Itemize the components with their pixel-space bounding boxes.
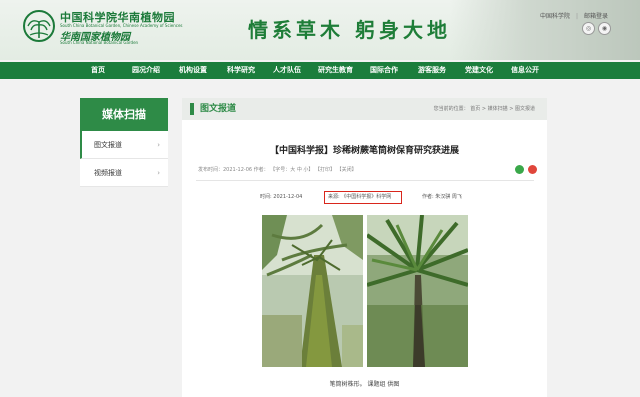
weibo-share-icon[interactable] — [528, 165, 537, 174]
mail-login-link[interactable]: 邮箱登录 — [584, 13, 608, 20]
chevron-right-icon: › — [157, 141, 160, 149]
link-separator: | — [575, 13, 578, 20]
section-title: 图文报道 — [200, 104, 237, 114]
header-slogan: 情系草木 躬身大地 — [248, 18, 451, 42]
top-links: 中国科学院 | 邮箱登录 — [534, 11, 608, 20]
tree-fern-canopy-photo — [367, 215, 468, 367]
article-time: 时间: 2021-12-04 — [260, 194, 303, 200]
sidebar-item-video-report[interactable]: 视频报道 › — [80, 159, 168, 187]
meta-divider — [196, 180, 534, 181]
wechat-share-icon[interactable] — [515, 165, 524, 174]
section-flag — [190, 103, 194, 115]
chevron-right-icon: › — [157, 169, 160, 177]
breadcrumb[interactable]: 您当前的位置： 首页 > 媒体扫描 > 图文报道 — [434, 98, 535, 120]
nav-item-talent[interactable]: 人才队伍 — [273, 62, 301, 79]
nav-item-graduate[interactable]: 研究生教育 — [318, 62, 353, 79]
nav-item-disclosure[interactable]: 信息公开 — [511, 62, 539, 79]
weibo-icon[interactable]: ◎ — [582, 22, 595, 35]
section-header: 图文报道 您当前的位置： 首页 > 媒体扫描 > 图文报道 — [182, 98, 547, 120]
sidebar-title: 媒体扫描 — [80, 98, 168, 131]
article-panel: 图文报道 您当前的位置： 首页 > 媒体扫描 > 图文报道 【中国科学报】珍稀树… — [182, 98, 547, 397]
tree-fern-trunk-photo — [262, 215, 363, 367]
source-highlight-box — [324, 191, 402, 204]
photo-caption: 笔筒树株形。 课题组 供图 — [329, 381, 400, 388]
nav-item-research[interactable]: 科学研究 — [227, 62, 255, 79]
main-nav: 首页 园况介绍 机构设置 科学研究 人才队伍 研究生教育 国际合作 游客服务 党… — [0, 62, 640, 79]
nav-item-international[interactable]: 国际合作 — [370, 62, 398, 79]
site-header: 中国科学院华南植物园 South China Botanical Garden,… — [0, 0, 640, 60]
org-name-en-2: South China National Botanical Garden — [60, 40, 139, 45]
nav-item-visitor[interactable]: 游客服务 — [418, 62, 446, 79]
sidebar-item-photo-report[interactable]: 图文报道 › — [80, 131, 168, 159]
cas-link[interactable]: 中国科学院 — [540, 13, 570, 20]
article-author: 作者: 朱汉骐 周飞 — [422, 194, 462, 200]
sidebar-item-label: 视频报道 — [94, 169, 122, 177]
nav-item-home[interactable]: 首页 — [91, 62, 105, 79]
sidebar-item-label: 图文报道 — [94, 141, 122, 149]
article-title: 【中国科学报】珍稀树蕨笔筒树保育研究获进展 — [269, 146, 459, 156]
wechat-icon[interactable]: ◉ — [598, 22, 611, 35]
header-background — [450, 0, 640, 60]
nav-item-organization[interactable]: 机构设置 — [179, 62, 207, 79]
article-meta[interactable]: 发布时间：2021-12-06 作者： 【字号：大 中 小】 【打印】 【关闭】 — [198, 166, 357, 173]
nav-item-about[interactable]: 园况介绍 — [132, 62, 160, 79]
nav-item-party[interactable]: 党建文化 — [465, 62, 493, 79]
sidebar: 媒体扫描 图文报道 › 视频报道 › — [80, 98, 168, 187]
garden-logo-icon[interactable] — [22, 9, 56, 43]
